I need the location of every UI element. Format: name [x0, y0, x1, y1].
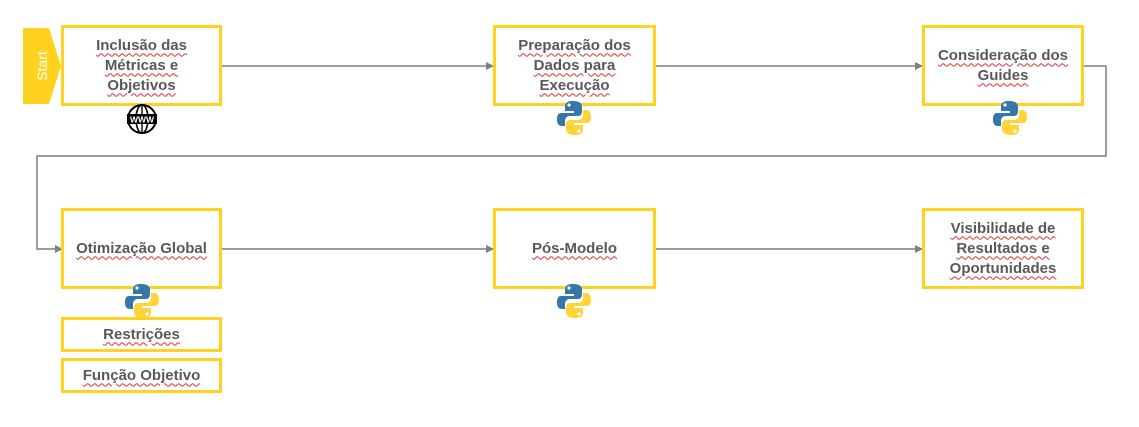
sub-box-restricoes: Restrições [61, 317, 222, 352]
sub-box-label: Restrições [103, 325, 180, 343]
step-label: Inclusão das Métricas e Objetivos [96, 36, 187, 94]
step-label: Otimização Global [76, 239, 207, 257]
www-globe-icon: WWW [126, 103, 158, 135]
step-label: Visibilidade de Resultados e Oportunidad… [949, 219, 1057, 277]
step-preparacao-dados: Preparação dos Dados para Execução [493, 25, 656, 106]
python-icon [992, 100, 1028, 136]
start-label: Start [34, 51, 50, 81]
www-globe-text: WWW [130, 115, 155, 125]
step-visibilidade-resultados: Visibilidade de Resultados e Oportunidad… [922, 208, 1084, 289]
step-inclusao-metricas: Inclusão das Métricas e Objetivos [61, 25, 222, 106]
step-label: Consideração dos Guides [937, 46, 1069, 84]
step-otimizacao-global: Otimização Global [61, 208, 222, 289]
step-label: Preparação dos Dados para Execução [518, 36, 631, 94]
python-icon [124, 283, 160, 319]
start-marker: Start [23, 28, 61, 104]
step-pos-modelo: Pós-Modelo [493, 208, 656, 289]
python-icon [556, 100, 592, 136]
sub-box-label: Função Objetivo [82, 366, 201, 384]
python-icon [556, 283, 592, 319]
step-label: Pós-Modelo [532, 239, 617, 257]
step-consideracao-guides: Consideração dos Guides [922, 25, 1084, 106]
sub-box-funcao-objetivo: Função Objetivo [61, 358, 222, 393]
